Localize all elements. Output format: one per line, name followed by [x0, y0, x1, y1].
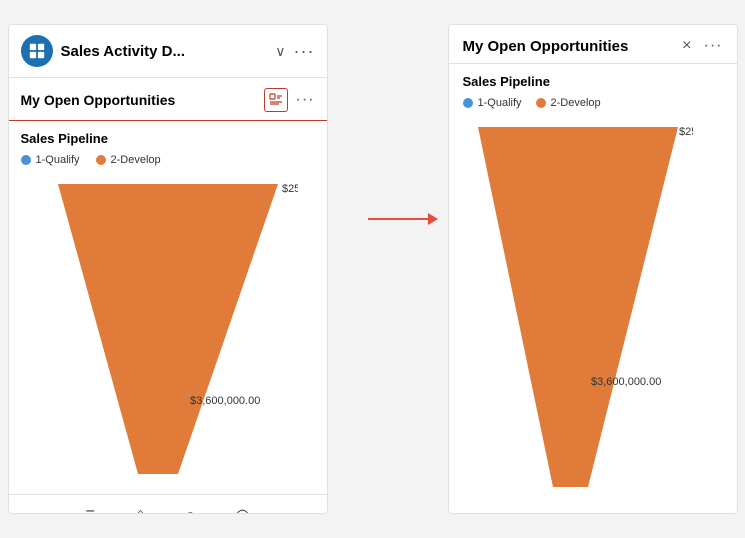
bottom-nav: ← ≡ ⌂ ⌕ ◎ ··· [9, 494, 327, 514]
close-icon[interactable]: × [682, 37, 691, 55]
header-more-button[interactable]: ··· [294, 41, 315, 62]
right-panel: My Open Opportunities × ··· Sales Pipeli… [448, 24, 738, 514]
nav-search-icon[interactable]: ⌕ [186, 506, 195, 514]
svg-text:$25,000.0: $25,000.0 [282, 183, 298, 195]
section-header: My Open Opportunities ··· [9, 78, 327, 121]
left-panel: Sales Activity D... ∨ ··· My Open Opport… [8, 24, 328, 514]
svg-text:$3,600,000.00: $3,600,000.00 [591, 376, 661, 388]
chart-title: Sales Pipeline [21, 131, 315, 146]
legend-item-develop: 2-Develop [96, 154, 161, 166]
chart-legend: 1-Qualify 2-Develop [21, 154, 315, 166]
left-header: Sales Activity D... ∨ ··· [9, 25, 327, 78]
funnel-svg: $25,000.0 $3,600,000.00 [38, 174, 298, 484]
expand-button[interactable] [264, 88, 288, 112]
right-header: My Open Opportunities × ··· [449, 25, 737, 64]
nav-back-icon[interactable]: ← [29, 506, 45, 514]
svg-text:$25,000.0: $25,000.0 [679, 126, 693, 138]
expand-arrow [368, 213, 438, 225]
section-title: My Open Opportunities [21, 92, 264, 108]
right-legend-qualify: 1-Qualify [463, 97, 522, 109]
chart-area: Sales Pipeline 1-Qualify 2-Develop $25,0… [9, 121, 327, 494]
app-icon [21, 35, 53, 67]
right-develop-dot [536, 98, 546, 108]
develop-dot [96, 155, 106, 165]
nav-home-icon[interactable]: ⌂ [136, 506, 146, 514]
nav-more-icon[interactable]: ··· [290, 506, 306, 514]
app-title: Sales Activity D... [61, 43, 268, 60]
arrow-head [428, 213, 438, 225]
arrow-line [368, 218, 428, 220]
right-qualify-label: 1-Qualify [478, 97, 522, 109]
funnel-chart: $25,000.0 $3,600,000.00 [21, 174, 315, 484]
svg-text:$3,600,000.00: $3,600,000.00 [190, 395, 260, 407]
right-chart-title: Sales Pipeline [463, 74, 723, 89]
section-more-button[interactable]: ··· [296, 91, 315, 109]
legend-item-qualify: 1-Qualify [21, 154, 80, 166]
qualify-dot [21, 155, 31, 165]
qualify-label: 1-Qualify [36, 154, 80, 166]
right-legend-develop: 2-Develop [536, 97, 601, 109]
right-more-button[interactable]: ··· [704, 37, 723, 55]
right-develop-label: 2-Develop [551, 97, 601, 109]
nav-menu-icon[interactable]: ≡ [86, 506, 95, 514]
right-legend: 1-Qualify 2-Develop [463, 97, 723, 109]
right-funnel-chart: $25,000.0 $3,600,000.00 [463, 117, 723, 503]
develop-label: 2-Develop [111, 154, 161, 166]
nav-activity-icon[interactable]: ◎ [236, 505, 250, 514]
chevron-down-icon[interactable]: ∨ [275, 43, 285, 60]
right-funnel-svg: $25,000.0 $3,600,000.00 [463, 117, 693, 497]
right-qualify-dot [463, 98, 473, 108]
right-panel-title: My Open Opportunities [463, 38, 683, 55]
right-content: Sales Pipeline 1-Qualify 2-Develop $25,0… [449, 64, 737, 513]
